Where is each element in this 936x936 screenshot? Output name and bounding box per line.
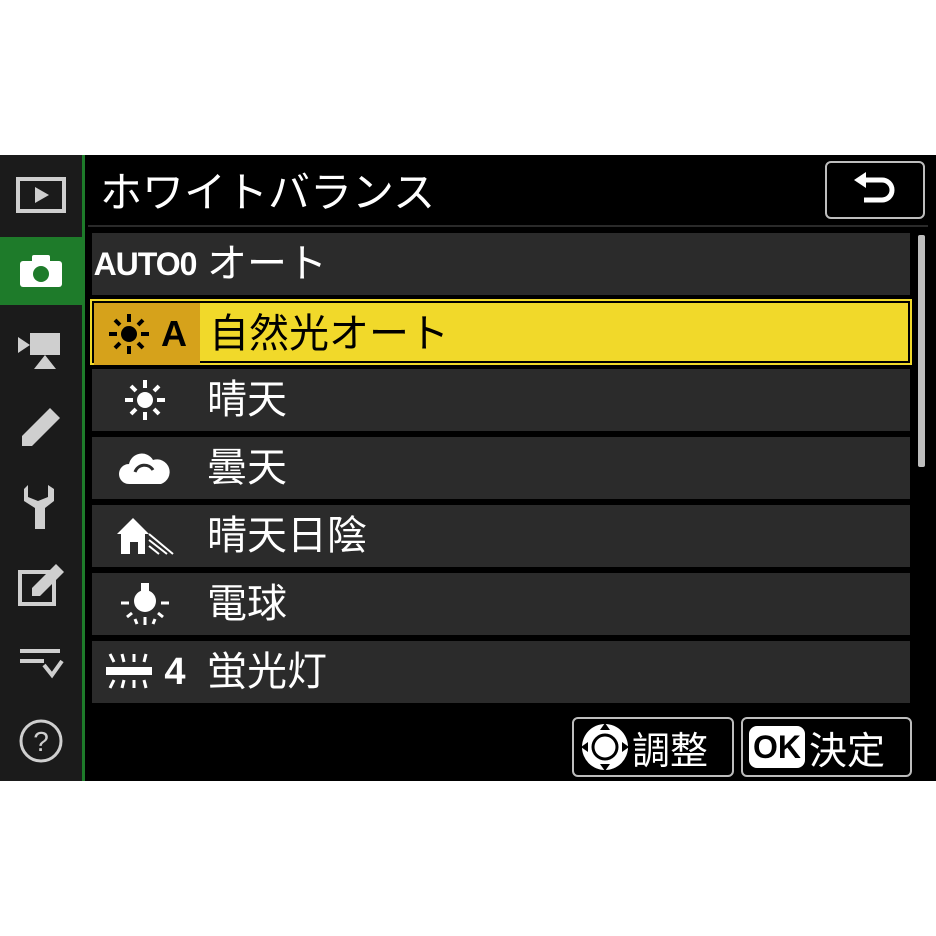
movie-camera-icon [18,333,60,369]
movie-shooting-menu-tab[interactable] [0,315,82,383]
adjust-hint-button: 調整 [572,717,734,777]
fluorescent-icon-text: 4 [164,650,186,693]
natural-light-auto-icon: A [94,303,200,365]
ok-button-icon: OK [749,726,805,768]
list-item-label: 晴天 [207,377,287,423]
list-item-shade[interactable]: 晴天日陰 [92,505,910,567]
list-item-label: 自然光オート [209,311,449,357]
cloudy-icon-cell [92,437,198,499]
list-item-auto[interactable]: AUTO0 オート [92,233,910,295]
cloud-icon [119,453,170,484]
list-item-label: オート [207,241,327,287]
adjust-label: 調整 [632,728,709,773]
custom-settings-menu-tab[interactable] [0,393,82,461]
retouch-icon [18,564,64,606]
help-icon: ? [19,719,63,763]
list-item-fluorescent[interactable]: 4 蛍光灯 [92,641,910,703]
auto-wb-icon-text: AUTO0 [93,245,198,282]
natural-light-auto-icon-text: A [161,313,187,354]
incandescent-icon-cell [92,573,198,635]
list-item-sunny[interactable]: 晴天 [92,369,910,431]
fluorescent-icon-cell: 4 [92,641,198,703]
sunny-icon [125,380,165,420]
multi-selector-icon [581,723,629,771]
shade-icon-cell [92,505,198,567]
my-menu-tab[interactable] [0,629,82,697]
retouch-menu-tab[interactable] [0,551,82,619]
scrollbar[interactable] [918,235,925,467]
playback-menu-tab[interactable] [0,161,82,229]
confirm-hint-button: OK 決定 [741,717,912,777]
camera-menu-screen: ? ホワイトバランス AUTO0 オート A 自然光オート 晴天 曇天 晴天日陰… [0,155,936,781]
sidebar-divider [82,155,85,781]
list-item-natural-light-auto[interactable]: A 自然光オート [90,299,912,365]
playback-icon [16,177,66,213]
list-item-cloudy[interactable]: 曇天 [92,437,910,499]
list-item-incandescent[interactable]: 電球 [92,573,910,635]
menu-sidebar: ? [0,155,82,781]
list-item-label: 曇天 [207,445,287,491]
my-menu-icon [20,649,64,679]
return-arrow-icon [854,172,895,203]
sunny-icon-cell [92,369,198,431]
svg-text:?: ? [33,726,49,757]
fluorescent-icon [106,653,153,689]
photo-shooting-menu-tab[interactable] [0,237,82,305]
pencil-icon [22,408,60,446]
list-item-label: 蛍光灯 [207,649,327,695]
list-item-label: 晴天日陰 [207,513,367,559]
setup-menu-tab[interactable] [0,473,82,541]
light-bulb-icon [121,583,169,625]
confirm-label: 決定 [809,728,886,773]
help-tab[interactable]: ? [0,707,82,775]
page-title: ホワイトバランス [100,168,436,217]
auto-wb-icon: AUTO0 [92,233,198,295]
header-divider [88,225,928,227]
wrench-icon [24,485,54,529]
sun-icon [109,314,149,354]
shade-icon [117,518,174,555]
camera-icon [20,255,62,287]
list-item-label: 電球 [207,581,287,627]
back-button[interactable] [825,161,925,219]
